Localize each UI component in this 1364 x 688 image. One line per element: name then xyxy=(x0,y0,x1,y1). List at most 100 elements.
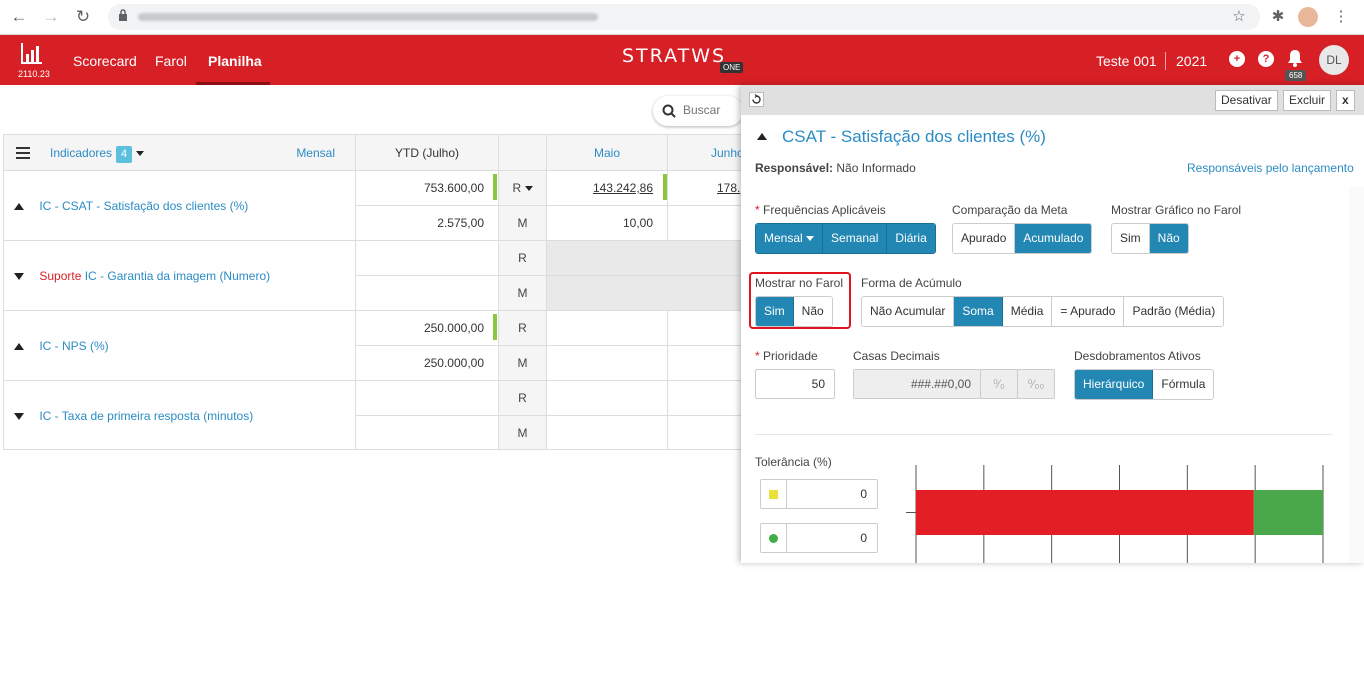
realized-row-label[interactable]: R xyxy=(499,171,547,206)
accum-soma-button[interactable]: Soma xyxy=(954,297,1003,326)
period-selector[interactable]: Mensal xyxy=(296,135,335,171)
freq-diaria-button[interactable]: Diária xyxy=(887,224,935,253)
project-name[interactable]: Teste 001 xyxy=(1096,53,1157,69)
profile-avatar[interactable] xyxy=(1298,7,1318,27)
show-nao-button[interactable]: Não xyxy=(793,297,832,326)
indicators-dropdown[interactable]: Indicadores 4 xyxy=(50,135,144,171)
increase-decimals-icon[interactable]: ⁰⁄₀₀ xyxy=(1017,369,1055,399)
history-icon[interactable] xyxy=(749,92,764,107)
meta-apurado-button[interactable]: Apurado xyxy=(953,224,1016,253)
expand-icon[interactable] xyxy=(14,413,24,421)
table-row[interactable]: IC - NPS (%) xyxy=(4,311,356,381)
collapse-icon[interactable] xyxy=(757,133,767,140)
collapse-icon[interactable] xyxy=(14,203,24,211)
ytd-realized: 753.600,00 xyxy=(356,171,499,206)
browser-menu-icon[interactable]: ⋮ xyxy=(1330,6,1352,28)
accum-padrao-button[interactable]: Padrão (Média) xyxy=(1124,297,1224,326)
accum-nao-acumular-button[interactable]: Não Acumular xyxy=(862,297,955,326)
user-avatar[interactable]: DL xyxy=(1319,45,1349,75)
accum-media-button[interactable]: Média xyxy=(1002,297,1053,326)
june-meta[interactable] xyxy=(668,206,743,241)
show-sim-button[interactable]: Sim xyxy=(756,297,794,326)
add-icon[interactable]: + xyxy=(1229,51,1245,67)
nav-farol[interactable]: Farol xyxy=(155,53,187,69)
nav-planilha[interactable]: Planilha xyxy=(208,53,262,69)
forward-icon[interactable]: → xyxy=(40,6,62,28)
bell-icon[interactable] xyxy=(1287,49,1303,67)
may-meta[interactable] xyxy=(547,346,668,381)
tolerance-green-value: 0 xyxy=(860,531,867,545)
tolerance-chart xyxy=(906,465,1324,563)
header-separator xyxy=(1165,52,1166,70)
expand-icon[interactable] xyxy=(14,273,24,281)
deactivate-button[interactable]: Desativar xyxy=(1215,90,1278,111)
browser-toolbar: ← → ↻ ☆ ✱ ⋮ xyxy=(0,0,1364,35)
may-realized[interactable]: 143.242,86 xyxy=(547,171,668,206)
search-icon xyxy=(662,104,676,118)
priority-input[interactable]: 50 xyxy=(755,369,835,399)
indicators-table: Indicadores 4 Mensal YTD (Julho) Maio Jun… xyxy=(3,134,743,450)
show-on-farol-selector: Sim Não xyxy=(755,296,833,327)
hamburger-menu-icon[interactable] xyxy=(16,147,30,159)
responsible-value: Não Informado xyxy=(836,161,916,175)
freq-label-text: Frequências Aplicáveis xyxy=(763,203,886,217)
responsibles-link[interactable]: Responsáveis pelo lançamento xyxy=(1187,161,1354,175)
june-realized[interactable]: 178. xyxy=(668,171,743,206)
reload-icon[interactable]: ↻ xyxy=(72,6,94,28)
breakdown-hierarquico-button[interactable]: Hierárquico xyxy=(1075,370,1154,399)
may-meta[interactable] xyxy=(547,416,668,449)
month-cell-disabled xyxy=(547,276,743,311)
chevron-down-icon xyxy=(135,151,144,157)
may-meta[interactable]: 10,00 xyxy=(547,206,668,241)
table-row[interactable]: IC - CSAT - Satisfação dos clientes (%) xyxy=(4,171,356,241)
freq-semanal-button[interactable]: Semanal xyxy=(823,224,888,253)
june-meta[interactable] xyxy=(668,416,743,449)
chart-sim-button[interactable]: Sim xyxy=(1112,224,1150,253)
indicator-name[interactable]: IC - CSAT - Satisfação dos clientes (%) xyxy=(39,199,248,213)
year-selector[interactable]: 2021 xyxy=(1176,53,1207,69)
nav-scorecard[interactable]: Scorecard xyxy=(73,53,137,69)
table-row[interactable]: IC - Taxa de primeira resposta (minutos) xyxy=(4,381,356,449)
app-version: 2110.23 xyxy=(18,69,50,79)
section-divider xyxy=(755,434,1332,435)
search-input[interactable] xyxy=(683,103,738,117)
indicator-name[interactable]: IC - Taxa de primeira resposta (minutos) xyxy=(39,409,253,423)
back-icon[interactable]: ← xyxy=(8,6,30,28)
close-button[interactable]: x xyxy=(1336,90,1355,111)
chart-logo-icon[interactable] xyxy=(21,42,43,64)
panel-scrollbar[interactable] xyxy=(1349,187,1364,563)
june-realized[interactable] xyxy=(668,311,743,346)
meta-label: Comparação da Meta xyxy=(952,203,1068,217)
decrease-decimals-icon[interactable]: ⁰⁄₀ xyxy=(980,369,1018,399)
notification-count: 658 xyxy=(1285,70,1307,81)
may-realized[interactable] xyxy=(547,381,668,416)
search-box[interactable] xyxy=(653,96,743,126)
indicators-label: Indicadores xyxy=(50,146,113,160)
breakdown-formula-button[interactable]: Fórmula xyxy=(1153,370,1214,399)
address-bar[interactable]: ☆ xyxy=(108,4,1260,30)
chart-label: Mostrar Gráfico no Farol xyxy=(1111,203,1242,217)
tolerance-yellow-input[interactable]: 0 xyxy=(760,479,878,509)
meta-acumulado-button[interactable]: Acumulado xyxy=(1015,224,1092,253)
chevron-down-icon[interactable] xyxy=(524,186,533,192)
indicators-count-badge: 4 xyxy=(116,146,133,163)
bookmark-star-icon[interactable]: ☆ xyxy=(1228,6,1250,28)
indicator-name[interactable]: IC - Garantia da imagem (Numero) xyxy=(85,269,270,283)
help-icon[interactable]: ? xyxy=(1258,51,1274,67)
tolerance-green-input[interactable]: 0 xyxy=(760,523,878,553)
chart-nao-button[interactable]: Não xyxy=(1149,224,1188,253)
table-header-may[interactable]: Maio xyxy=(547,135,668,171)
freq-mensal-button[interactable]: Mensal xyxy=(756,224,824,253)
table-header-june[interactable]: Junho xyxy=(668,135,743,171)
may-realized[interactable] xyxy=(547,311,668,346)
june-realized[interactable] xyxy=(668,381,743,416)
delete-button[interactable]: Excluir xyxy=(1283,90,1332,111)
table-row[interactable]: Suporte IC - Garantia da imagem (Numero) xyxy=(4,241,356,311)
collapse-icon[interactable] xyxy=(14,343,24,351)
june-meta[interactable] xyxy=(668,346,743,381)
responsible-label: Responsável: xyxy=(755,161,834,175)
accum-apurado-button[interactable]: = Apurado xyxy=(1052,297,1125,326)
logo-one-badge: ONE xyxy=(720,62,744,73)
indicator-name[interactable]: IC - NPS (%) xyxy=(39,339,108,353)
extensions-icon[interactable]: ✱ xyxy=(1267,6,1289,28)
